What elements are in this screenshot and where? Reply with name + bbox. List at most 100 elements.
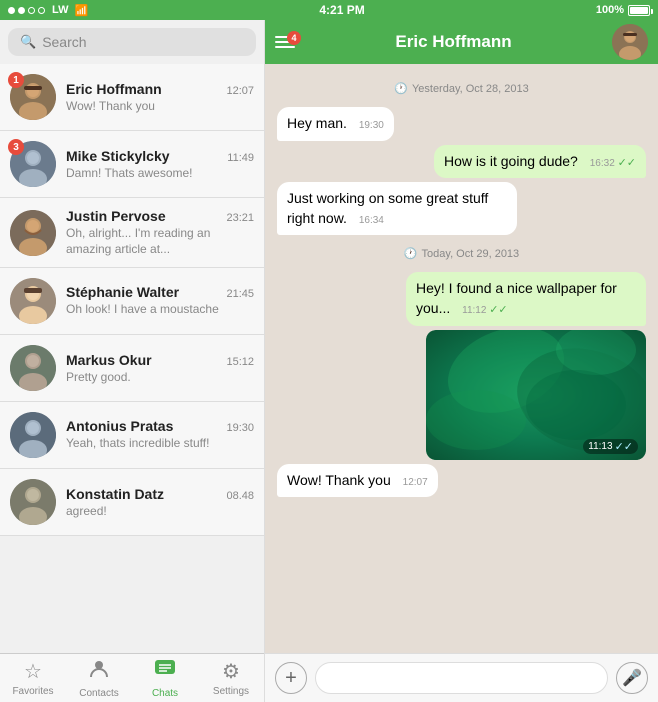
chat-preview-antonius: Yeah, thats incredible stuff! — [66, 436, 254, 452]
time-found-wallpaper: 11:12 ✓✓ — [462, 305, 508, 316]
tab-settings[interactable]: ⚙ Settings — [198, 654, 264, 702]
microphone-button[interactable]: 🎤 — [616, 662, 648, 694]
chat-info-eric: Eric Hoffmann 12:07 Wow! Thank you — [66, 81, 254, 113]
search-bar[interactable]: 🔍 Search — [8, 28, 256, 56]
message-input-bar: + 🎤 — [265, 653, 658, 702]
chat-time-antonius: 19:30 — [226, 422, 254, 434]
time-hey-man: 19:30 — [359, 120, 384, 131]
avatar-wrap-stephanie — [10, 278, 56, 324]
checkmarks-img: ✓✓ — [615, 440, 633, 453]
chat-contact-name: Eric Hoffmann — [305, 32, 602, 52]
tab-chats[interactable]: Chats — [132, 654, 198, 702]
chat-info-antonius: Antonius Pratas 19:30 Yeah, thats incred… — [66, 418, 254, 452]
chat-list-panel: 🔍 Search 1 — [0, 20, 265, 702]
signal-dot-4 — [38, 7, 45, 14]
tab-label-settings: Settings — [213, 686, 249, 697]
time-how-is-it: 16:32 ✓✓ — [590, 158, 636, 169]
favorites-icon: ☆ — [24, 659, 42, 684]
settings-icon: ⚙ — [222, 659, 240, 684]
chat-preview-stephanie: Oh look! I have a moustache — [66, 302, 254, 318]
chat-preview-markus: Pretty good. — [66, 370, 254, 384]
chat-item-konstatin[interactable]: Konstatin Datz 08.48 agreed! — [0, 469, 264, 536]
date-divider-yesterday: 🕐 Yesterday, Oct 28, 2013 — [277, 82, 646, 95]
wifi-icon: 📶 — [75, 4, 89, 17]
chat-contact-avatar[interactable] — [612, 24, 648, 60]
image-time: 11:13 — [588, 441, 612, 452]
chat-time-konstatin: 08.48 — [226, 490, 254, 502]
chat-name-markus: Markus Okur — [66, 352, 152, 368]
message-image: 11:13 ✓✓ — [277, 330, 646, 460]
avatar-antonius — [10, 412, 56, 458]
messages-area: 🕐 Yesterday, Oct 28, 2013 Hey man. 19:30… — [265, 64, 658, 653]
chat-time-eric: 12:07 — [226, 85, 254, 97]
chat-list: 1 Eric Hoffmann 12:07 Wow! Thank you — [0, 64, 264, 653]
status-bar: LW 📶 4:21 PM 100% — [0, 0, 658, 20]
chat-detail-panel: 4 Eric Hoffmann 🕐 Yesterday, Oct 28, 201… — [265, 20, 658, 702]
message-wow-thankyou: Wow! Thank you 12:07 — [277, 464, 646, 498]
date-label-today: Today, Oct 29, 2013 — [422, 248, 520, 260]
checkmarks-2: ✓✓ — [489, 304, 507, 316]
chat-name-justin: Justin Pervose — [66, 208, 166, 224]
bubble-wow-thankyou: Wow! Thank you 12:07 — [277, 464, 438, 498]
bubble-hey-man: Hey man. 19:30 — [277, 107, 394, 141]
chat-info-konstatin: Konstatin Datz 08.48 agreed! — [66, 486, 254, 518]
image-bubble[interactable]: 11:13 ✓✓ — [426, 330, 646, 460]
contacts-icon — [88, 658, 110, 686]
time-just-working: 16:34 — [359, 215, 384, 226]
chat-item-mike[interactable]: 3 Mike Stickylcky 11:49 Damn! Thats awes… — [0, 131, 264, 198]
chat-time-mike: 11:49 — [227, 152, 254, 164]
badge-eric: 1 — [8, 72, 24, 88]
tab-label-contacts: Contacts — [79, 688, 118, 699]
carrier-label: LW — [52, 4, 69, 16]
avatar-wrap-mike: 3 — [10, 141, 56, 187]
time-display: 4:21 PM — [319, 3, 364, 17]
signal-dot-3 — [28, 7, 35, 14]
clock-icon-2: 🕐 — [404, 247, 418, 260]
tab-contacts[interactable]: Contacts — [66, 654, 132, 702]
battery-percent: 100% — [596, 4, 624, 16]
bottom-tabs: ☆ Favorites Contacts — [0, 653, 264, 702]
chat-preview-justin: Oh, alright... I'm reading an amazing ar… — [66, 226, 254, 257]
chat-info-stephanie: Stéphanie Walter 21:45 Oh look! I have a… — [66, 284, 254, 318]
chat-preview-mike: Damn! Thats awesome! — [66, 166, 254, 180]
chat-item-markus[interactable]: Markus Okur 15:12 Pretty good. — [0, 335, 264, 402]
message-how-is-it: How is it going dude? 16:32 ✓✓ — [277, 145, 646, 179]
avatar-wrap-markus — [10, 345, 56, 391]
date-divider-today: 🕐 Today, Oct 29, 2013 — [277, 247, 646, 260]
add-button[interactable]: + — [275, 662, 307, 694]
signal-dot-1 — [8, 7, 15, 14]
chat-item-antonius[interactable]: Antonius Pratas 19:30 Yeah, thats incred… — [0, 402, 264, 469]
chat-header: 4 Eric Hoffmann — [265, 20, 658, 64]
chat-time-markus: 15:12 — [226, 356, 254, 368]
time-wow-thankyou: 12:07 — [403, 477, 428, 488]
chat-item-justin[interactable]: Justin Pervose 23:21 Oh, alright... I'm … — [0, 198, 264, 268]
message-found-wallpaper: Hey! I found a nice wallpaper for you...… — [277, 272, 646, 325]
date-label-yesterday: Yesterday, Oct 28, 2013 — [412, 83, 529, 95]
menu-wrap[interactable]: 4 — [275, 36, 295, 48]
message-just-working: Just working on some great stuff right n… — [277, 182, 646, 235]
avatar-wrap-konstatin — [10, 479, 56, 525]
avatar-justin — [10, 210, 56, 256]
chat-info-markus: Markus Okur 15:12 Pretty good. — [66, 352, 254, 384]
chat-item-eric[interactable]: 1 Eric Hoffmann 12:07 Wow! Thank you — [0, 64, 264, 131]
avatar-markus — [10, 345, 56, 391]
search-placeholder: Search — [42, 34, 86, 50]
battery-icon — [628, 5, 650, 16]
avatar-wrap-antonius — [10, 412, 56, 458]
chat-info-mike: Mike Stickylcky 11:49 Damn! Thats awesom… — [66, 148, 254, 180]
bubble-just-working: Just working on some great stuff right n… — [277, 182, 517, 235]
chat-name-eric: Eric Hoffmann — [66, 81, 162, 97]
bubble-how-is-it: How is it going dude? 16:32 ✓✓ — [434, 145, 646, 179]
tab-favorites[interactable]: ☆ Favorites — [0, 654, 66, 702]
chat-time-justin: 23:21 — [226, 212, 254, 224]
image-time-badge: 11:13 ✓✓ — [583, 439, 638, 454]
notification-badge: 4 — [287, 31, 301, 45]
badge-mike: 3 — [8, 139, 24, 155]
message-input[interactable] — [315, 662, 608, 694]
tab-label-favorites: Favorites — [12, 686, 53, 697]
chat-preview-eric: Wow! Thank you — [66, 99, 254, 113]
chat-item-stephanie[interactable]: Stéphanie Walter 21:45 Oh look! I have a… — [0, 268, 264, 335]
avatar-wrap-eric: 1 — [10, 74, 56, 120]
avatar-stephanie — [10, 278, 56, 324]
avatar-konstatin — [10, 479, 56, 525]
